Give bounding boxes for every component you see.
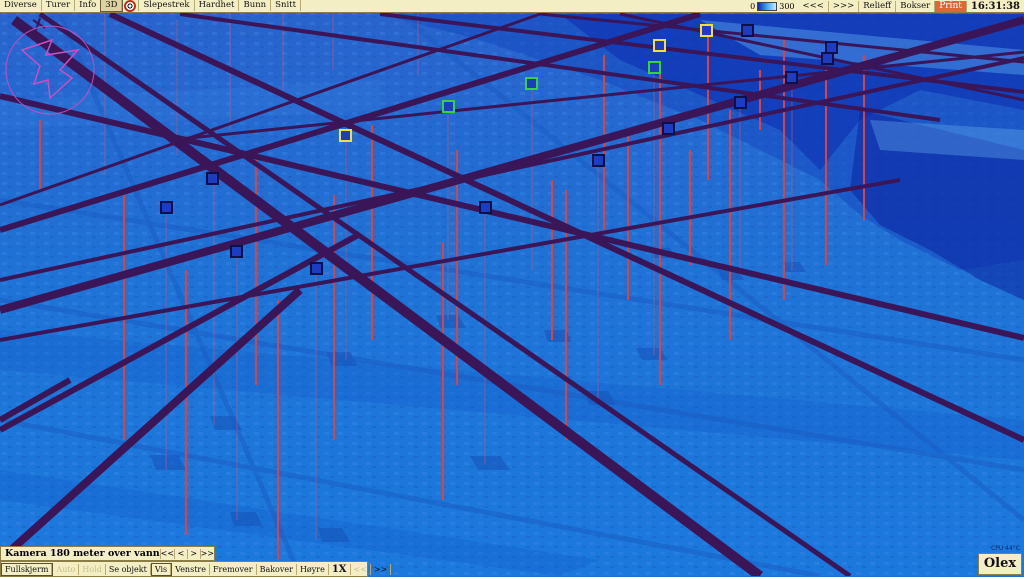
- camera-fast-down-button[interactable]: <<: [159, 548, 174, 559]
- camera-fast-up-button[interactable]: >>: [199, 548, 214, 559]
- forward-move-button[interactable]: Fremover: [210, 563, 257, 575]
- camera-up-button[interactable]: >: [186, 548, 200, 559]
- top-right-controls: 0 300 <<< >>> Relieff Bokser Print 16:31…: [746, 0, 1024, 12]
- forward-button[interactable]: >>>: [829, 0, 860, 12]
- backward-button[interactable]: Bakover: [257, 563, 297, 575]
- menu-diverse[interactable]: Diverse: [0, 0, 42, 11]
- depth-color-bar: [757, 1, 778, 11]
- slower-button[interactable]: <<: [351, 563, 371, 575]
- menu-hardhet[interactable]: Hardhet: [195, 0, 240, 11]
- clock: 16:31:38: [970, 0, 1020, 12]
- see-object-button[interactable]: Se objekt: [106, 563, 151, 575]
- depth-max: 300: [779, 1, 795, 11]
- menu-bunn[interactable]: Bunn: [239, 0, 272, 11]
- olex-logo[interactable]: Olex: [978, 553, 1022, 575]
- menu-relieff[interactable]: Relieff: [859, 0, 897, 12]
- menu-info[interactable]: Info: [75, 0, 102, 11]
- fullscreen-button[interactable]: Fullskjerm: [0, 562, 54, 576]
- depth-scale[interactable]: 0 300: [746, 1, 798, 11]
- camera-down-button[interactable]: <: [174, 548, 187, 559]
- menu-3d[interactable]: 3D: [100, 0, 124, 12]
- menu-turer[interactable]: Turer: [42, 0, 76, 11]
- faster-button[interactable]: >>: [371, 563, 392, 575]
- top-menu-bar: Diverse Turer Info 3D Slepestrek Hardhet…: [0, 0, 1024, 13]
- main-menu: Diverse Turer Info 3D Slepestrek Hardhet…: [0, 0, 301, 12]
- target-button[interactable]: [122, 0, 140, 12]
- print-button[interactable]: Print: [935, 0, 967, 12]
- depth-min: 0: [750, 1, 756, 11]
- menu-snitt[interactable]: Snitt: [271, 0, 301, 11]
- left-button[interactable]: Venstre: [172, 563, 210, 575]
- menu-slepestrek[interactable]: Slepestrek: [139, 0, 195, 11]
- auto-button[interactable]: Auto: [53, 563, 80, 575]
- back-button[interactable]: <<<: [799, 0, 829, 12]
- seabed-3d-view[interactable]: [0, 0, 1024, 576]
- target-icon: [124, 0, 137, 12]
- camera-info-bar: Kamera 180 meter over vann << < > >>: [0, 546, 215, 561]
- right-button[interactable]: Høyre: [297, 563, 329, 575]
- cpu-temperature: CPU 44°C: [991, 545, 1020, 552]
- speed-indicator: 1X: [329, 563, 351, 575]
- camera-height-label: Kamera 180 meter over vann: [5, 548, 160, 559]
- hold-button[interactable]: Hold: [79, 563, 106, 575]
- menu-bokser[interactable]: Bokser: [896, 0, 936, 12]
- show-button[interactable]: Vis: [150, 562, 173, 576]
- bottom-control-bar: Fullskjerm Auto Hold Se objekt Vis Venst…: [0, 561, 392, 577]
